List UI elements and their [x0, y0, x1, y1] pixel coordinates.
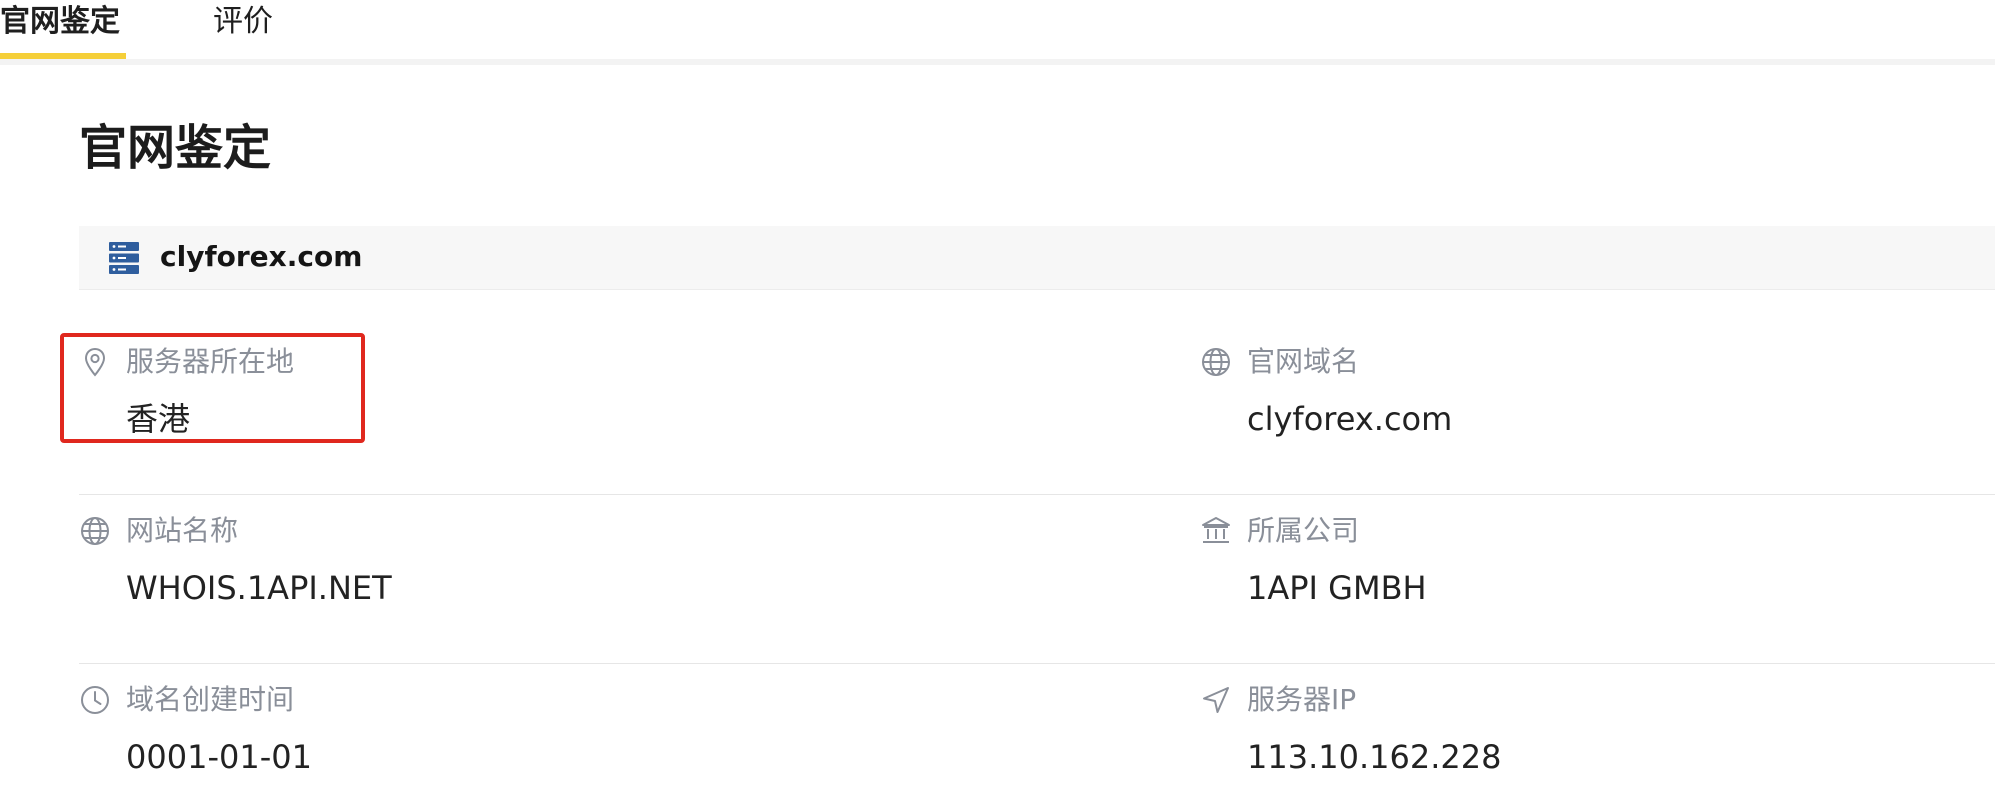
highlight-box — [60, 333, 365, 443]
info-label: 域名创建时间 — [126, 683, 295, 716]
bank-icon — [1200, 515, 1232, 547]
navigation-arrow-icon — [1200, 684, 1232, 716]
info-label: 网站名称 — [126, 514, 239, 547]
info-label: 官网域名 — [1247, 345, 1360, 378]
info-domain-created: 域名创建时间 0001-01-01 — [79, 678, 1079, 798]
globe-icon — [1200, 346, 1232, 378]
info-value: 0001-01-01 — [126, 738, 312, 776]
clock-icon — [79, 684, 111, 716]
globe-icon — [79, 515, 111, 547]
info-official-domain: 官网域名 clyforex.com — [1200, 340, 1995, 460]
tab-bar: 官网鉴定 评价 — [0, 0, 1995, 65]
info-value[interactable]: clyforex.com — [1247, 397, 1452, 441]
info-value: WHOIS.1API.NET — [126, 569, 392, 607]
domain-name: clyforex.com — [160, 240, 363, 273]
page-title: 官网鉴定 — [79, 120, 272, 176]
info-value: 1API GMBH — [1247, 569, 1427, 607]
row-divider — [79, 494, 1995, 495]
info-site-name: 网站名称 WHOIS.1API.NET — [79, 509, 1079, 629]
tab-bar-divider — [0, 59, 1995, 65]
info-label: 服务器IP — [1247, 683, 1357, 716]
info-server-ip: 服务器IP 113.10.162.228 — [1200, 678, 1995, 798]
info-value: 113.10.162.228 — [1247, 738, 1502, 776]
domain-header: clyforex.com — [79, 226, 1995, 290]
info-label: 所属公司 — [1247, 514, 1360, 547]
tab-reviews[interactable]: 评价 — [213, 0, 293, 60]
info-company: 所属公司 1API GMBH — [1200, 509, 1995, 629]
tab-official-site-check[interactable]: 官网鉴定 — [0, 0, 126, 60]
server-icon — [109, 242, 139, 274]
row-divider — [79, 663, 1995, 664]
